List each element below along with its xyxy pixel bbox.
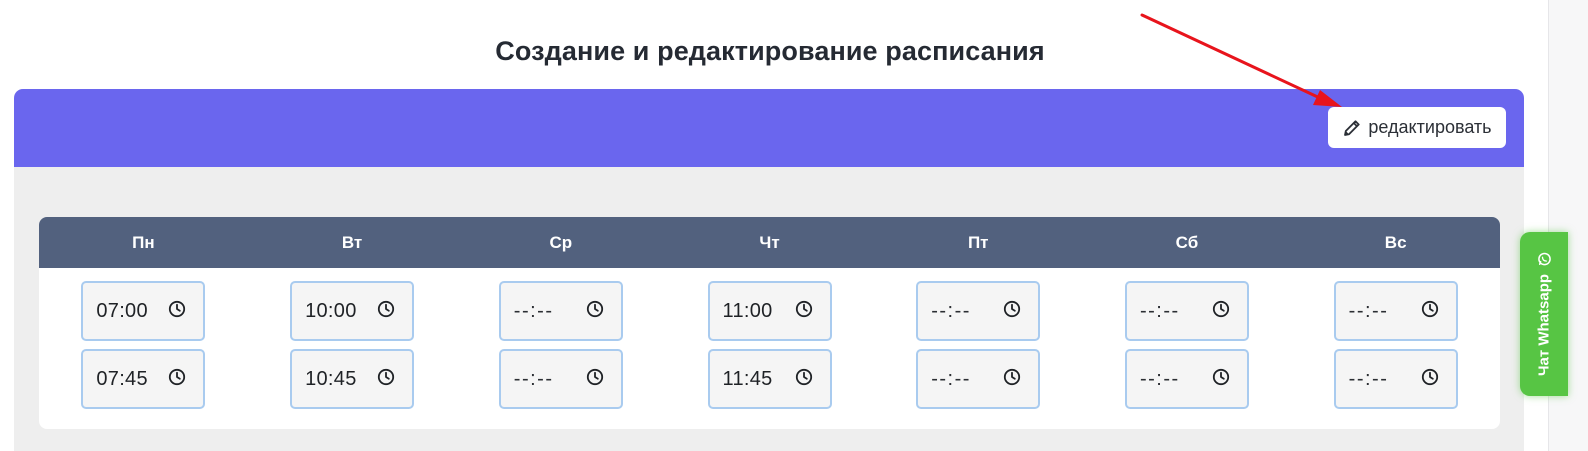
time-input[interactable]: --:--: [1124, 281, 1249, 341]
time-input[interactable]: --:--: [916, 281, 1041, 341]
clock-icon[interactable]: [1421, 368, 1439, 391]
edit-button-label: редактировать: [1368, 117, 1492, 137]
time-value: --:--: [931, 299, 971, 322]
time-value: 11:45: [722, 367, 773, 390]
clock-icon[interactable]: [168, 368, 186, 391]
edit-button[interactable]: редактировать: [1328, 107, 1506, 148]
whatsapp-icon: [1537, 252, 1551, 266]
clock-icon[interactable]: [795, 368, 813, 391]
clock-icon[interactable]: [1003, 300, 1021, 323]
time-input[interactable]: 10:45: [290, 349, 415, 409]
clock-icon[interactable]: [377, 300, 395, 323]
time-value: 07:45: [96, 367, 148, 390]
time-value: --:--: [1139, 367, 1180, 390]
clock-icon[interactable]: [586, 368, 604, 391]
time-value: --:--: [931, 367, 971, 390]
time-value: --:--: [1348, 299, 1389, 322]
page-title: Создание и редактирование расписания: [495, 36, 1045, 66]
time-value: --:--: [513, 367, 554, 390]
time-input[interactable]: --:--: [498, 349, 623, 409]
day-column: --:-- --:--: [456, 281, 665, 409]
clock-icon[interactable]: [795, 300, 813, 323]
day-header-sat: Сб: [1175, 232, 1199, 252]
day-header-mon: Пн: [132, 232, 155, 252]
day-column: 10:00 10:45: [248, 281, 457, 409]
whatsapp-chat-button[interactable]: Чат Whatsapp: [1520, 232, 1568, 396]
time-value: 11:00: [722, 299, 773, 322]
day-column: --:-- --:--: [1083, 281, 1292, 409]
day-header-thu: Чт: [759, 232, 780, 252]
time-input[interactable]: --:--: [1124, 349, 1249, 409]
schedule-panel: редактировать Пн Вт Ср Чт Пт Сб Вс 07:00…: [14, 89, 1524, 451]
clock-icon[interactable]: [1003, 368, 1021, 391]
day-column: --:-- --:--: [1291, 281, 1500, 409]
pencil-icon: [1342, 118, 1362, 138]
day-column: 07:00 07:45: [39, 281, 248, 409]
time-value: 07:00: [96, 299, 148, 322]
time-input[interactable]: --:--: [1333, 349, 1458, 409]
clock-icon[interactable]: [1421, 300, 1439, 323]
time-value: --:--: [1348, 367, 1389, 390]
time-input[interactable]: --:--: [498, 281, 623, 341]
time-value: --:--: [513, 299, 554, 322]
time-input[interactable]: 11:00: [707, 281, 832, 341]
time-value: 10:00: [305, 299, 357, 322]
time-input[interactable]: --:--: [1333, 281, 1458, 341]
time-value: 10:45: [305, 367, 357, 390]
panel-header: редактировать: [14, 89, 1524, 167]
clock-icon[interactable]: [377, 368, 395, 391]
schedule-table: Пн Вт Ср Чт Пт Сб Вс 07:00 07:45 10:00 10:4…: [39, 217, 1500, 429]
time-input[interactable]: 11:45: [707, 349, 832, 409]
time-input[interactable]: 10:00: [290, 281, 415, 341]
time-slots-grid: 07:00 07:45 10:00 10:45 --:-- --:-- 11:00 11:45…: [39, 281, 1500, 409]
whatsapp-label: Чат Whatsapp: [1535, 273, 1553, 377]
days-header-row: Пн Вт Ср Чт Пт Сб Вс: [39, 217, 1500, 268]
time-input[interactable]: --:--: [916, 349, 1041, 409]
day-column: 11:00 11:45: [665, 281, 874, 409]
clock-icon[interactable]: [168, 300, 186, 323]
clock-icon[interactable]: [1212, 300, 1230, 323]
day-header-tue: Вт: [341, 232, 363, 252]
day-header-sun: Вс: [1384, 232, 1407, 252]
clock-icon[interactable]: [1212, 368, 1230, 391]
time-input[interactable]: 07:00: [81, 281, 206, 341]
time-value: --:--: [1139, 299, 1180, 322]
clock-icon[interactable]: [586, 300, 604, 323]
day-header-fri: Пт: [967, 232, 989, 252]
day-header-wed: Ср: [549, 232, 573, 252]
day-column: --:-- --:--: [874, 281, 1083, 409]
time-input[interactable]: 07:45: [81, 349, 206, 409]
